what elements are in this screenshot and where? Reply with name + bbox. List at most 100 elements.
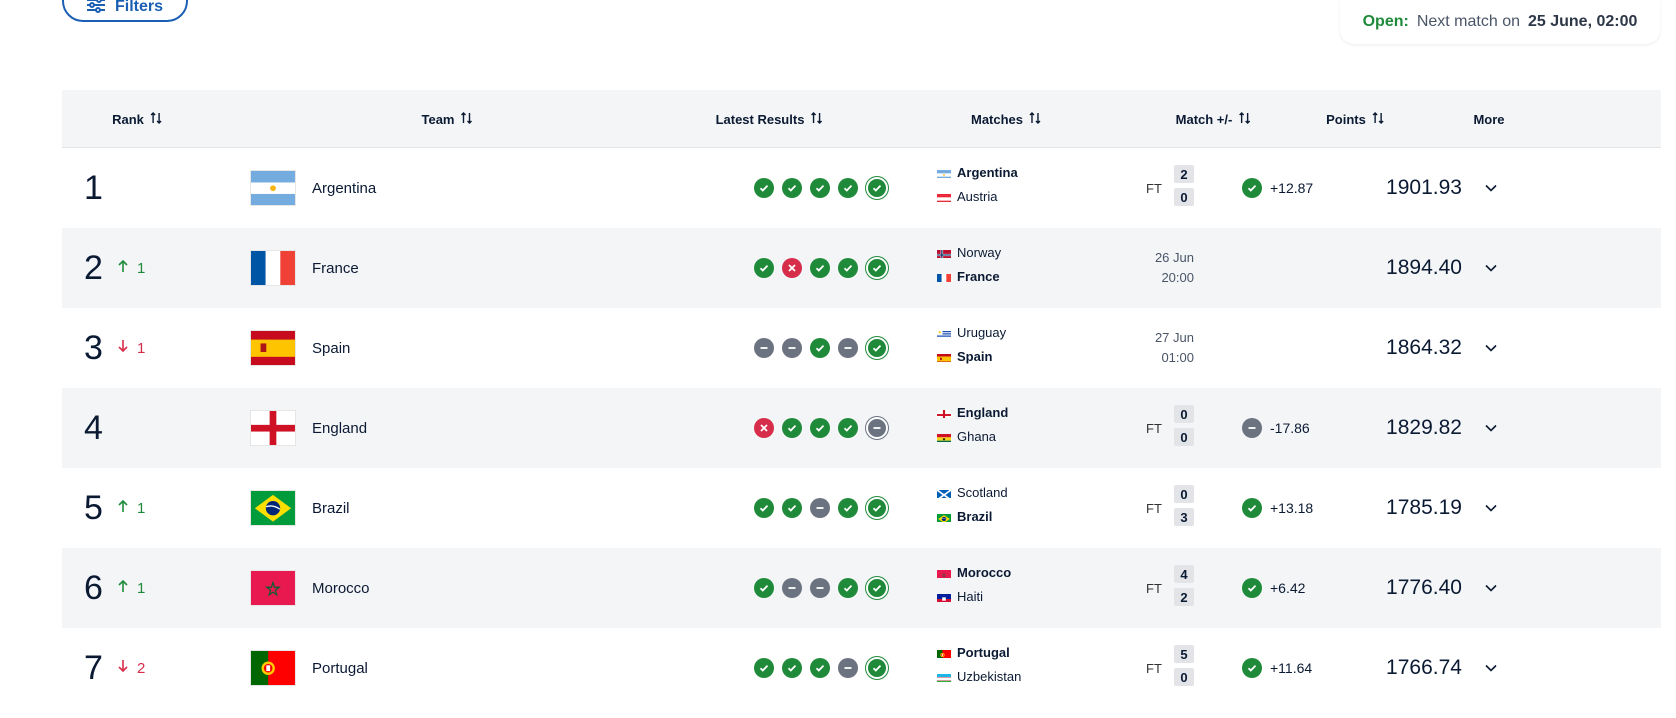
points-value: 1766.74 [1386,656,1462,679]
column-match-delta[interactable]: Match +/- [1176,90,1251,148]
latest-results [754,628,886,708]
rank-arrow-icon [117,259,129,277]
chevron-down-icon[interactable] [1476,388,1506,468]
match-team-2-flag-icon [937,352,951,362]
win-result-icon [868,579,886,597]
draw-result-icon [782,578,802,598]
match-info[interactable]: Morocco Haiti [937,548,1167,628]
team-flag-icon [250,570,296,606]
table-row[interactable]: 4 England England Ghana FT 0 0 -17.86 18… [62,388,1661,468]
match-delta-value: +12.87 [1270,180,1314,196]
team-name[interactable]: Argentina [312,148,376,228]
next-match-status: Open: Next match on 25 June, 02:00 [1340,0,1660,44]
column-team[interactable]: Team [422,90,473,148]
score-team-2: 3 [1174,508,1194,526]
match-team-2-name: France [957,269,1000,284]
rank-movement: 1 [117,548,145,628]
rank-movement-value: 2 [137,659,146,677]
win-result-icon [782,418,802,438]
match-team-1: Portugal [937,645,1010,660]
match-team-2-flag-icon [937,592,951,602]
match-delta-value: +6.42 [1270,580,1306,596]
sort-icon [150,111,162,128]
delta-result-icon [1242,178,1262,198]
rank-movement-value: 1 [137,579,146,597]
status-datetime: 25 June, 02:00 [1527,13,1638,30]
status-open-label: Open: [1362,13,1409,30]
match-team-2-name: Haiti [957,589,984,604]
draw-result-icon [838,338,858,358]
win-result-icon [868,339,886,357]
table-row[interactable]: 6 1 Morocco Morocco Haiti FT 4 2 +6.42 1… [62,548,1661,628]
chevron-down-icon[interactable] [1476,148,1506,228]
filters-icon [86,0,105,18]
match-time: 20:00 [1161,270,1194,285]
column-points[interactable]: Points [1326,90,1384,148]
match-info[interactable]: England Ghana [937,388,1167,468]
filters-button[interactable]: Filters [62,0,188,22]
sort-icon [1372,111,1384,128]
column-points-label: Points [1326,111,1366,127]
team-flag-icon [250,490,296,526]
score-team-2: 0 [1174,428,1194,446]
table-row[interactable]: 5 1 Brazil Scotland Brazil FT 0 3 +13.18… [62,468,1661,548]
match-date: 26 Jun [1154,250,1194,265]
win-result-icon [838,418,858,438]
match-team-1-name: Norway [957,245,1002,260]
chevron-down-icon[interactable] [1476,548,1506,628]
match-status: FT [1146,500,1162,516]
match-team-2: Austria [937,189,997,204]
table-body: 1 Argentina Argentina Austria FT 2 0 +12… [62,148,1661,708]
sort-icon [1029,111,1041,128]
match-delta-value: +11.64 [1270,660,1313,676]
rank-number: 4 [84,408,103,447]
column-rank[interactable]: Rank [112,90,162,148]
delta-result-icon [1242,498,1262,518]
table-row[interactable]: 1 Argentina Argentina Austria FT 2 0 +12… [62,148,1661,228]
match-info[interactable]: Portugal Uzbekistan [937,628,1167,708]
team-name[interactable]: Spain [312,308,350,388]
rank-movement: 1 [117,228,145,308]
match-team-2: France [937,269,1000,284]
win-result-icon [782,178,802,198]
table-row[interactable]: 2 1 France Norway France 26 Jun 20:00 18… [62,228,1661,308]
match-delta-value: +13.18 [1270,500,1314,516]
match-info[interactable]: Scotland Brazil [937,468,1167,548]
rank-arrow-icon [117,339,129,357]
draw-result-icon [782,338,802,358]
win-result-icon [782,498,802,518]
column-latest-results[interactable]: Latest Results [716,90,823,148]
score-team-1: 0 [1174,405,1194,423]
match-team-1-name: Scotland [957,485,1008,500]
match-status: FT [1146,660,1162,676]
column-matches[interactable]: Matches [971,90,1041,148]
filters-label: Filters [114,0,163,15]
match-status: FT [1146,420,1162,436]
table-row[interactable]: 7 2 Portugal Portugal Uzbekistan FT 5 0 … [62,628,1661,708]
match-team-2-flag-icon [937,512,951,522]
team-name[interactable]: Portugal [312,628,368,708]
match-team-2: Haiti [937,589,983,604]
match-team-1-name: Argentina [957,165,1018,180]
match-info[interactable]: Argentina Austria [937,148,1167,228]
team-name[interactable]: Brazil [312,468,350,548]
chevron-down-icon[interactable] [1476,308,1506,388]
delta-result-icon [1242,658,1262,678]
match-team-1: England [937,405,1008,420]
chevron-down-icon[interactable] [1476,228,1506,308]
column-more: More [1473,90,1504,148]
team-name[interactable]: France [312,228,359,308]
win-result-icon [838,578,858,598]
match-team-2-name: Austria [957,189,998,204]
rank-arrow-icon [117,579,129,597]
column-rank-label: Rank [112,111,144,127]
match-team-2: Brazil [937,509,992,524]
team-flag-icon [250,650,296,686]
team-name[interactable]: England [312,388,367,468]
chevron-down-icon[interactable] [1476,628,1506,708]
team-name[interactable]: Morocco [312,548,370,628]
match-team-2-flag-icon [937,672,951,682]
table-row[interactable]: 3 1 Spain Uruguay Spain 27 Jun 01:00 186… [62,308,1661,388]
score-team-1: 5 [1174,645,1194,663]
chevron-down-icon[interactable] [1476,468,1506,548]
